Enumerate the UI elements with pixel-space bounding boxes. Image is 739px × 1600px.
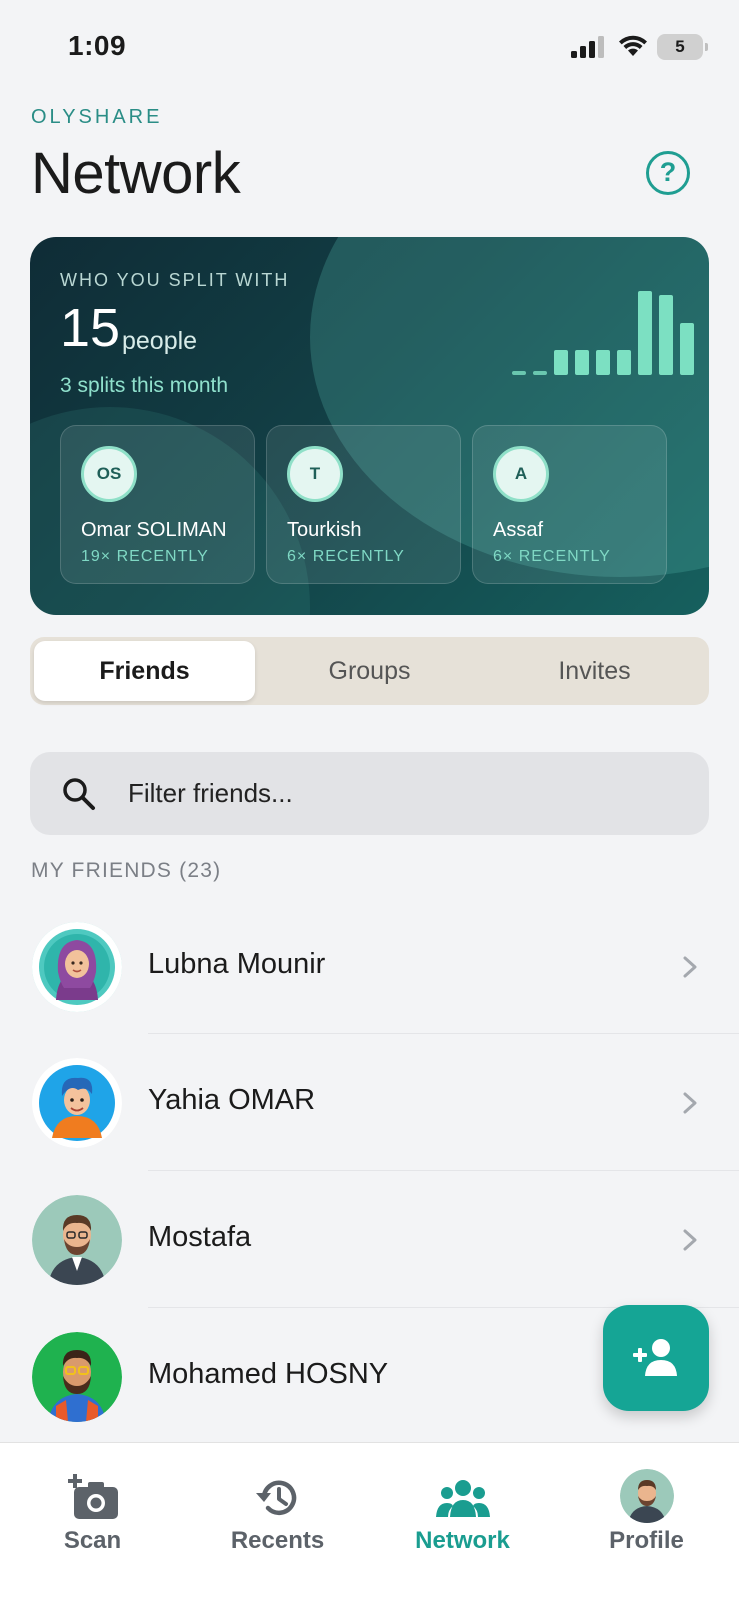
cellular-signal-icon xyxy=(571,36,604,58)
tab-groups[interactable]: Groups xyxy=(259,641,480,701)
person-name: Omar SOLIMAN xyxy=(81,519,227,541)
battery-indicator: 5 xyxy=(657,34,708,60)
person-initials-avatar: T xyxy=(287,446,343,502)
friend-row[interactable]: Mostafa xyxy=(0,1171,739,1308)
activity-bar xyxy=(659,295,673,375)
history-icon xyxy=(255,1480,296,1516)
tab-network[interactable]: Network xyxy=(370,1443,555,1600)
tab-scan[interactable]: Scan xyxy=(0,1443,185,1600)
activity-bar xyxy=(680,323,694,375)
status-bar: 1:09 5 xyxy=(0,0,739,95)
activity-bar xyxy=(596,350,610,375)
add-person-icon xyxy=(633,1339,677,1376)
avatar xyxy=(32,1332,122,1422)
person-name: Tourkish xyxy=(287,519,362,541)
search-input[interactable] xyxy=(128,752,688,835)
person-initials-avatar: OS xyxy=(81,446,137,502)
people-unit: people xyxy=(122,327,198,355)
wifi-icon xyxy=(619,35,647,56)
top-person-card[interactable]: A Assaf 6× RECENTLY xyxy=(472,425,667,584)
page-title: Network xyxy=(31,141,241,206)
bottom-tab-bar: Scan Recents Network Profile xyxy=(0,1442,739,1600)
tab-label: Scan xyxy=(63,1527,122,1554)
brand-name: OLYSHARE xyxy=(31,106,163,128)
activity-bar xyxy=(533,371,547,375)
activity-bar xyxy=(512,371,526,375)
question-circle-icon: ? xyxy=(659,157,677,187)
top-person-card[interactable]: OS Omar SOLIMAN 19× RECENTLY xyxy=(60,425,255,584)
chevron-right-icon xyxy=(683,956,697,978)
tab-friends[interactable]: Friends xyxy=(34,641,255,701)
person-split-count: 19× RECENTLY xyxy=(81,548,209,565)
avatar xyxy=(32,1058,122,1148)
status-time: 1:09 xyxy=(68,30,127,61)
chevron-right-icon xyxy=(683,1092,697,1114)
avatar xyxy=(32,1195,122,1285)
splits-this-month: 3 splits this month xyxy=(60,374,229,397)
tab-label: Profile xyxy=(609,1527,684,1554)
activity-bar xyxy=(575,350,589,375)
friend-name: Mohamed HOSNY xyxy=(148,1358,389,1390)
tab-label: Network xyxy=(415,1527,510,1554)
activity-bar xyxy=(554,350,568,375)
friend-name: Yahia OMAR xyxy=(148,1084,316,1116)
split-summary-card: WHO YOU SPLIT WITH 15 people 3 splits th… xyxy=(30,237,709,615)
profile-avatar xyxy=(619,1469,674,1523)
help-button[interactable]: ? xyxy=(646,151,690,195)
activity-bar xyxy=(617,350,631,375)
tab-invites[interactable]: Invites xyxy=(484,641,705,701)
activity-bar xyxy=(638,291,652,375)
avatar xyxy=(32,922,122,1012)
person-split-count: 6× RECENTLY xyxy=(287,548,405,565)
person-split-count: 6× RECENTLY xyxy=(493,548,611,565)
tab-profile[interactable]: Profile xyxy=(554,1443,739,1600)
people-group-icon xyxy=(435,1480,490,1517)
person-initials-avatar: A xyxy=(493,446,549,502)
people-count: 15 xyxy=(60,298,121,358)
summary-label: WHO YOU SPLIT WITH xyxy=(60,270,290,290)
person-name: Assaf xyxy=(493,519,544,541)
friends-groups-invites-tabs: Friends Groups Invites xyxy=(30,637,709,705)
camera-plus-icon xyxy=(67,1474,118,1519)
friend-row[interactable]: Lubna Mounir xyxy=(0,898,739,1035)
tab-recents[interactable]: Recents xyxy=(185,1443,370,1600)
friend-search-box xyxy=(30,752,709,835)
activity-bars xyxy=(512,287,709,375)
add-friend-button[interactable] xyxy=(603,1305,709,1411)
friends-section-label: MY FRIENDS (23) xyxy=(31,859,222,882)
friend-name: Mostafa xyxy=(148,1221,252,1253)
friend-row[interactable]: Yahia OMAR xyxy=(0,1034,739,1171)
search-icon xyxy=(63,778,95,810)
friend-name: Lubna Mounir xyxy=(148,948,326,980)
tab-label: Recents xyxy=(230,1527,325,1554)
chevron-right-icon xyxy=(683,1229,697,1251)
top-person-card[interactable]: T Tourkish 6× RECENTLY xyxy=(266,425,461,584)
